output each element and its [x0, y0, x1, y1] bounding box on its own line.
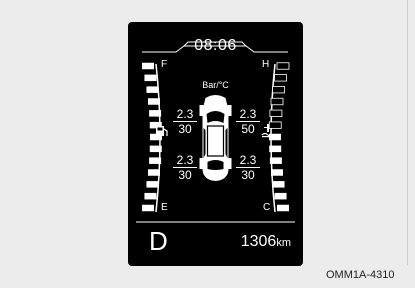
temp-gauge-segment — [269, 157, 282, 164]
car-top-view-icon — [199, 95, 232, 181]
tire-front-right-pressure: 2.3 — [236, 108, 260, 122]
tire-front-left-readout: 2.3 30 — [173, 108, 197, 135]
fuel-gauge-segment — [142, 62, 154, 70]
temp-gauge-segment — [270, 97, 284, 106]
temp-gauge-segment — [269, 145, 282, 153]
temp-gauge-segment — [271, 169, 283, 176]
tire-front-right-readout: 2.3 50 — [236, 108, 260, 135]
fuel-empty-label: E — [161, 202, 168, 213]
odometer: 1306km — [241, 234, 291, 250]
clock-time: 08:06 — [194, 37, 237, 54]
tire-front-left-temp: 30 — [178, 122, 192, 136]
temp-gauge-segment — [274, 192, 287, 200]
fuel-gauge-segment — [149, 145, 162, 153]
temp-cold-label: C — [263, 202, 271, 213]
temp-hot-label: H — [262, 59, 270, 70]
tire-rear-right-temp: 30 — [241, 168, 255, 182]
tire-rear-left-temp: 30 — [178, 168, 192, 182]
fuel-gauge-segment — [148, 169, 160, 176]
temp-gauge-segment — [277, 204, 289, 212]
fuel-gauge-segment — [149, 157, 162, 164]
temp-gauge-segment — [268, 121, 282, 129]
fuel-gauge-segment — [148, 98, 160, 105]
tire-front-right-temp: 50 — [241, 122, 255, 136]
tire-rear-left-readout: 2.3 30 — [173, 154, 197, 181]
tire-rear-right-pressure: 2.3 — [236, 154, 260, 168]
temp-gauge-segment — [269, 109, 283, 117]
fuel-pump-icon — [156, 126, 168, 136]
temp-gauge-segment — [276, 62, 290, 70]
gear-indicator: D — [149, 226, 168, 256]
figure-panel: 08:06 Bar/°C F E H C 2.3 30 2.3 50 2.3 3… — [0, 0, 408, 266]
odometer-value: 1306 — [240, 233, 277, 250]
odometer-unit: km — [276, 237, 291, 249]
tire-front-left-pressure: 2.3 — [173, 108, 197, 122]
fuel-gauge-segment — [144, 192, 157, 200]
tire-rear-left-pressure: 2.3 — [173, 154, 197, 168]
fuel-gauge-segment — [146, 181, 159, 188]
temp-gauge-segment — [272, 181, 285, 188]
fuel-gauge-segment — [149, 110, 162, 117]
figure-caption: OMM1A-4310 — [326, 269, 395, 281]
pressure-temp-unit-label: Bar/°C — [202, 80, 229, 90]
fuel-full-label: F — [161, 59, 168, 70]
fuel-gauge-segment — [142, 204, 154, 212]
tire-rear-right-readout: 2.3 30 — [236, 154, 260, 181]
instrument-cluster-display: 08:06 Bar/°C F E H C 2.3 30 2.3 50 2.3 3… — [128, 22, 303, 266]
